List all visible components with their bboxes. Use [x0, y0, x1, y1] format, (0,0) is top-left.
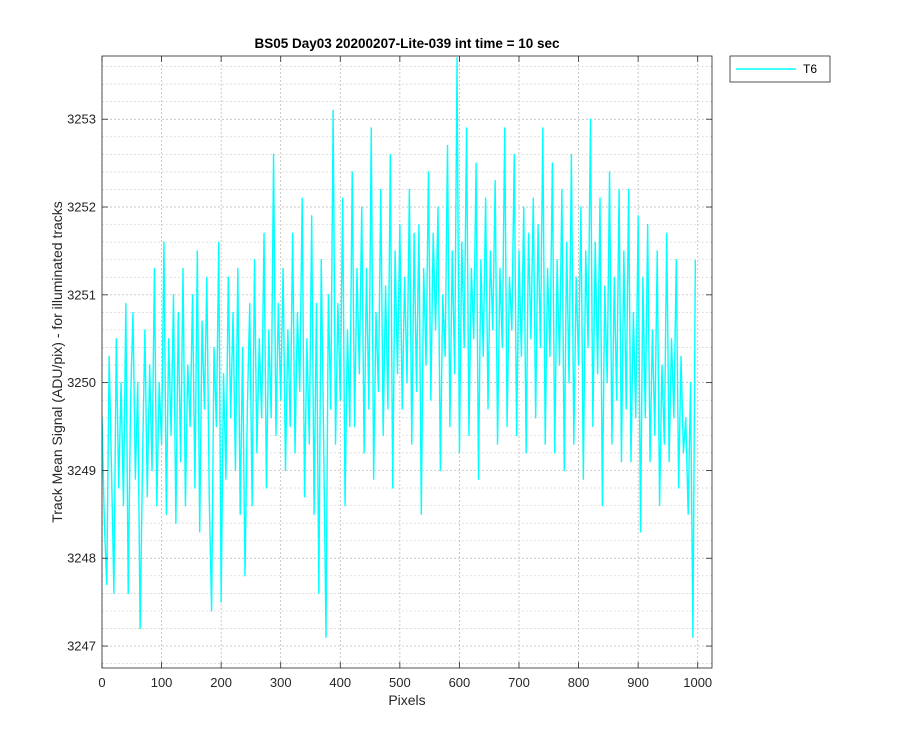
x-tick-label: 300: [270, 675, 292, 690]
y-tick-label: 3252: [67, 200, 96, 215]
y-tick-label: 3249: [67, 463, 96, 478]
x-tick-label: 0: [98, 675, 105, 690]
y-tick-label: 3248: [67, 551, 96, 566]
legend[interactable]: T6: [729, 55, 831, 83]
x-tick-label: 1000: [683, 675, 712, 690]
y-tick-label: 3253: [67, 112, 96, 127]
y-tick-label: 3247: [67, 639, 96, 654]
y-axis-title: Track Mean Signal (ADU/pix) - for illumi…: [49, 201, 65, 523]
x-tick-label: 600: [449, 675, 471, 690]
x-axis-title: Pixels: [388, 692, 425, 708]
y-tick-label: 3250: [67, 375, 96, 390]
x-tick-label: 700: [508, 675, 530, 690]
chart-title: BS05 Day03 20200207-Lite-039 int time = …: [254, 36, 560, 51]
x-tick-label: 100: [151, 675, 173, 690]
x-tick-label: 800: [568, 675, 590, 690]
chart: 0 100 200 300 400 500 600 700 800 900 1000 3247 324…: [0, 0, 900, 750]
x-tick-label: 400: [329, 675, 351, 690]
x-tick-label: 900: [627, 675, 649, 690]
x-tick-label: 500: [389, 675, 411, 690]
x-tick-label: 200: [210, 675, 232, 690]
legend-entry-t6: T6: [803, 62, 817, 76]
y-tick-label: 3251: [67, 287, 96, 302]
